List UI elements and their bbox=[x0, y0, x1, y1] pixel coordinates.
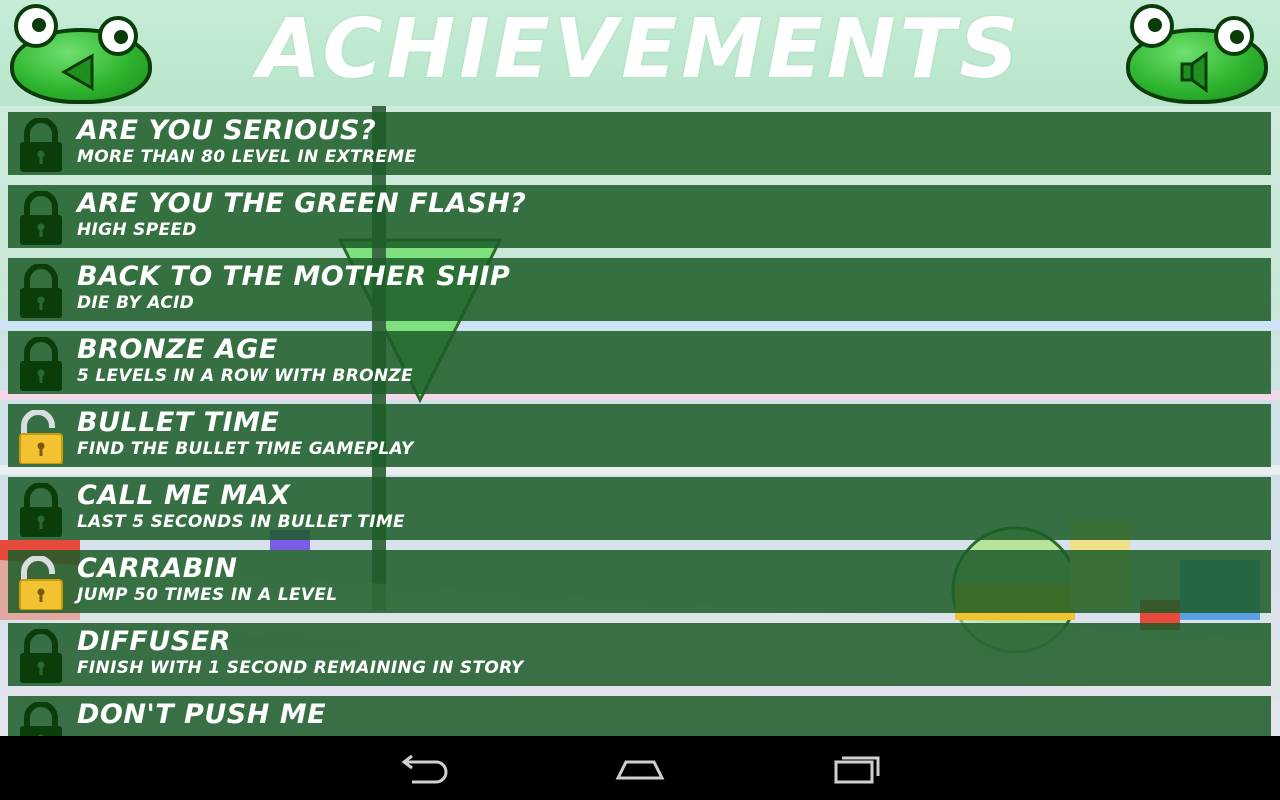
locked-padlock-icon bbox=[20, 629, 62, 683]
achievement-description: DIE BY ACID bbox=[77, 293, 195, 313]
achievement-description: LAST 5 SECONDS IN BULLET TIME bbox=[77, 512, 405, 532]
achievement-row[interactable]: ARE YOU SERIOUS? MORE THAN 80 LEVEL IN E… bbox=[8, 112, 1271, 175]
locked-padlock-icon bbox=[20, 483, 62, 537]
achievement-description: FIND THE BULLET TIME GAMEPLAY bbox=[77, 439, 414, 459]
achievement-description: HIGH SPEED bbox=[77, 220, 197, 240]
achievement-title: DIFFUSER bbox=[77, 626, 231, 657]
frog-eye-icon bbox=[14, 4, 58, 48]
achievement-title: BULLET TIME bbox=[77, 407, 280, 438]
achievement-row[interactable]: BACK TO THE MOTHER SHIP DIE BY ACID bbox=[8, 258, 1271, 321]
achievement-title: CARRABIN bbox=[77, 553, 238, 584]
frog-eye-icon bbox=[98, 16, 138, 56]
achievement-title: DON'T PUSH ME bbox=[77, 699, 327, 730]
achievement-description: FINISH WITH 1 SECOND REMAINING IN STORY bbox=[77, 658, 524, 678]
locked-padlock-icon bbox=[20, 191, 62, 245]
achievement-title: BRONZE AGE bbox=[77, 334, 278, 365]
achievement-row[interactable]: CALL ME MAX LAST 5 SECONDS IN BULLET TIM… bbox=[8, 477, 1271, 540]
system-navigation-bar bbox=[0, 736, 1280, 800]
frog-eye-icon bbox=[1130, 4, 1174, 48]
achievement-title: ARE YOU THE GREEN FLASH? bbox=[77, 188, 527, 219]
back-button[interactable] bbox=[8, 4, 158, 106]
unlocked-padlock-icon bbox=[19, 410, 63, 464]
unlocked-padlock-icon bbox=[19, 556, 63, 610]
achievement-row[interactable]: ARE YOU THE GREEN FLASH? HIGH SPEED bbox=[8, 185, 1271, 248]
locked-padlock-icon bbox=[20, 337, 62, 391]
achievement-row[interactable]: DIFFUSER FINISH WITH 1 SECOND REMAINING … bbox=[8, 623, 1271, 686]
achievement-row[interactable]: BULLET TIME FIND THE BULLET TIME GAMEPLA… bbox=[8, 404, 1271, 467]
back-triangle-icon bbox=[60, 53, 94, 91]
locked-padlock-icon bbox=[20, 702, 62, 736]
achievement-title: CALL ME MAX bbox=[77, 480, 291, 511]
achievement-description: 5 LEVELS IN A ROW WITH BRONZE bbox=[77, 366, 413, 386]
achievement-title: ARE YOU SERIOUS? bbox=[77, 115, 377, 146]
achievements-list[interactable]: ARE YOU SERIOUS? MORE THAN 80 LEVEL IN E… bbox=[0, 106, 1280, 736]
achievement-row[interactable]: DON'T PUSH ME bbox=[8, 696, 1271, 736]
locked-padlock-icon bbox=[20, 264, 62, 318]
header-bar: ACHIEVEMENTS bbox=[0, 0, 1280, 106]
achievement-row[interactable]: BRONZE AGE 5 LEVELS IN A ROW WITH BRONZE bbox=[8, 331, 1271, 394]
achievement-title: BACK TO THE MOTHER SHIP bbox=[77, 261, 511, 292]
page-title: ACHIEVEMENTS bbox=[257, 2, 1023, 97]
nav-recents-icon[interactable] bbox=[826, 748, 890, 788]
speaker-icon bbox=[1180, 51, 1208, 93]
sound-toggle-button[interactable] bbox=[1124, 4, 1274, 106]
nav-back-icon[interactable] bbox=[392, 748, 456, 788]
nav-home-icon[interactable] bbox=[608, 748, 672, 788]
achievement-description: JUMP 50 TIMES IN A LEVEL bbox=[77, 585, 338, 605]
frog-eye-icon bbox=[1214, 16, 1254, 56]
locked-padlock-icon bbox=[20, 118, 62, 172]
achievement-description: MORE THAN 80 LEVEL IN EXTREME bbox=[77, 147, 417, 167]
achievement-row[interactable]: CARRABIN JUMP 50 TIMES IN A LEVEL bbox=[8, 550, 1271, 613]
